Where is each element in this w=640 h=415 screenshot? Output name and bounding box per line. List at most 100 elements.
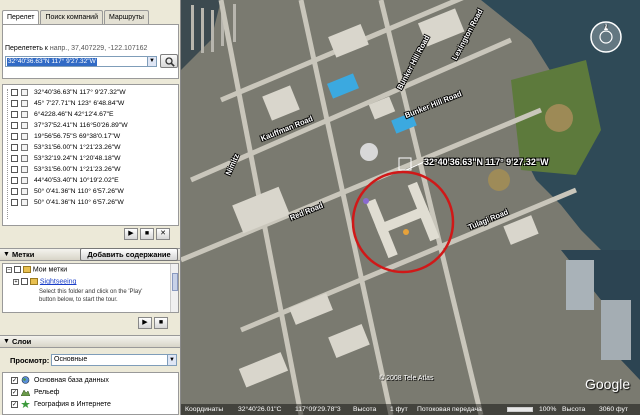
- placemark-icon: [21, 89, 28, 96]
- layer-checkbox[interactable]: ✓: [11, 389, 18, 396]
- result-label: 50° 0'41.36"N 110° 6'57.26"W: [34, 199, 124, 206]
- tree-item-sightseeing[interactable]: + Sightseeing: [13, 278, 76, 285]
- result-checkbox[interactable]: [11, 199, 18, 206]
- placemark-icon: [21, 155, 28, 162]
- layers-tree: ✓ Основная база данных ✓ Рельеф ✓ Геогра…: [2, 372, 179, 415]
- clear-button[interactable]: ✕: [156, 228, 170, 240]
- result-row[interactable]: 53°31'56.00"N 1°21'23.26"W: [3, 142, 178, 153]
- result-row[interactable]: 50° 0'41.36"N 110° 6'57.26"W: [3, 186, 178, 197]
- folder-description: Select this folder and click on the 'Pla…: [39, 289, 143, 295]
- sidebar: Перелет Поиск компаний Маршруты Перелете…: [0, 0, 181, 415]
- places-title: Метки: [12, 250, 35, 259]
- eye-alt-label: Высота: [562, 406, 586, 413]
- checkbox[interactable]: [13, 266, 21, 273]
- stop-button[interactable]: ■: [140, 228, 154, 240]
- result-row[interactable]: 44°40'53.40"N 10°19'2.02"E: [3, 175, 178, 186]
- result-row[interactable]: 19°56'56.75"S 69°38'0.17"W: [3, 131, 178, 142]
- result-checkbox[interactable]: [11, 155, 18, 162]
- collapse-icon[interactable]: ▼: [3, 249, 10, 261]
- placemark-icon: [21, 111, 28, 118]
- chevron-down-icon[interactable]: ▼: [147, 57, 156, 66]
- result-checkbox[interactable]: [11, 133, 18, 140]
- chevron-down-icon[interactable]: ▼: [167, 355, 176, 365]
- result-row[interactable]: 6°4228.46"N 42°12'4.67"E: [3, 109, 178, 120]
- star-icon: [21, 400, 30, 408]
- tour-controls: ▶ ■: [138, 317, 168, 329]
- places-tree: – Мои метки + Sightseeing Select this fo…: [2, 263, 179, 313]
- copyright-text: © 2008 Tele Atlas: [379, 375, 434, 382]
- placemark-icon: [21, 144, 28, 151]
- result-label: 32°40'36.63"N 117° 9'27.32"W: [34, 87, 126, 98]
- placemark-icon: [21, 133, 28, 140]
- placemark-icon: [21, 166, 28, 173]
- play-tour-button[interactable]: ▶: [138, 317, 152, 329]
- result-label: 19°56'56.75"S 69°38'0.17"W: [34, 133, 121, 140]
- result-row[interactable]: 50° 0'41.36"N 110° 6'57.26"W: [3, 197, 178, 208]
- map-view[interactable]: N 32°40'36.63"N 117° 9'27.32"W Kauffman …: [181, 0, 640, 415]
- places-scrollbar[interactable]: [170, 264, 178, 312]
- result-row[interactable]: 53°31'56.00"N 1°21'23.26"W: [3, 164, 178, 175]
- result-row[interactable]: 32°40'36.63"N 117° 9'27.32"W: [3, 87, 178, 98]
- fly-to-panel: Перелететь к напр., 37,407229, -122.1071…: [2, 24, 179, 79]
- tab-fly-to[interactable]: Перелет: [2, 10, 40, 25]
- checkbox[interactable]: [20, 278, 28, 285]
- folder-description: button below, to start the tour.: [39, 297, 118, 303]
- tab-directions[interactable]: Маршруты: [104, 10, 149, 24]
- stop-tour-button[interactable]: ■: [154, 317, 168, 329]
- result-checkbox[interactable]: [11, 166, 18, 173]
- search-tabs: Перелет Поиск компаний Маршруты: [2, 10, 150, 25]
- google-logo: Google: [585, 376, 631, 392]
- expand-icon[interactable]: +: [13, 278, 19, 285]
- tab-find-businesses[interactable]: Поиск компаний: [40, 10, 103, 24]
- compass-icon[interactable]: N: [589, 20, 623, 54]
- eye-alt-value: 3060 фут: [599, 406, 629, 413]
- result-row[interactable]: 53°32'19.24"N 1°20'48.18"W: [3, 153, 178, 164]
- view-select[interactable]: Основные ▼: [51, 354, 177, 366]
- result-checkbox[interactable]: [11, 188, 18, 195]
- folder-icon: [29, 278, 38, 285]
- fly-to-input-value[interactable]: 32°40'36.63"N 117° 9'27.32"W: [7, 58, 97, 66]
- result-label: 6°4228.46"N 42°12'4.67"E: [34, 111, 114, 118]
- sightseeing-link[interactable]: Sightseeing: [40, 278, 77, 285]
- scroll-thumb[interactable]: [172, 273, 178, 291]
- result-checkbox[interactable]: [11, 122, 18, 129]
- layers-title: Слои: [12, 337, 32, 346]
- status-bar: Координаты 32°40'26.01"C 117°09'29.78"3 …: [181, 404, 640, 415]
- tree-item-my-places[interactable]: – Мои метки: [6, 266, 67, 273]
- placemark-label[interactable]: 32°40'36.63"N 117° 9'27.32"W: [424, 157, 549, 167]
- search-button[interactable]: [160, 54, 178, 68]
- result-checkbox[interactable]: [11, 177, 18, 184]
- elevation-label: Высота: [353, 406, 377, 413]
- expand-icon[interactable]: –: [6, 266, 12, 273]
- result-label: 53°31'56.00"N 1°21'23.26"W: [34, 166, 121, 173]
- result-checkbox[interactable]: [11, 111, 18, 118]
- search-icon: [165, 57, 175, 67]
- add-content-button[interactable]: Добавить содержание: [80, 248, 178, 261]
- layer-checkbox[interactable]: ✓: [11, 401, 18, 408]
- result-label: 45° 7'27.71"N 123° 6'48.84"W: [34, 100, 125, 107]
- pointer-lat: 32°40'26.01"C: [238, 406, 282, 413]
- globe-icon: [21, 376, 30, 384]
- result-checkbox[interactable]: [11, 89, 18, 96]
- result-row[interactable]: 37°37'52.41"N 116°50'26.89"W: [3, 120, 178, 131]
- result-label: 44°40'53.40"N 10°19'2.02"E: [34, 177, 119, 184]
- play-button[interactable]: ▶: [124, 228, 138, 240]
- placemark-icon: [21, 122, 28, 129]
- fly-to-hint: напр., 37,407229, -122.107162: [49, 45, 148, 52]
- result-row[interactable]: 45° 7'27.71"N 123° 6'48.84"W: [3, 98, 178, 109]
- pointer-lon: 117°09'29.78"3: [295, 406, 341, 413]
- streaming-progress: [507, 407, 533, 412]
- view-label: Просмотр:: [10, 356, 50, 365]
- result-checkbox[interactable]: [11, 144, 18, 151]
- result-label: 53°32'19.24"N 1°20'48.18"W: [34, 155, 121, 162]
- fly-to-label: Перелететь к напр., 37,407229, -122.1071…: [5, 45, 148, 52]
- result-label: 50° 0'41.36"N 110° 6'57.26"W: [34, 188, 124, 195]
- placemark-icon: [21, 177, 28, 184]
- fly-to-input[interactable]: 32°40'36.63"N 117° 9'27.32"W ▼: [5, 56, 157, 67]
- result-checkbox[interactable]: [11, 100, 18, 107]
- collapse-icon[interactable]: ▼: [3, 336, 10, 348]
- layer-checkbox[interactable]: ✓: [11, 377, 18, 384]
- layers-header[interactable]: ▼ Слои: [0, 335, 180, 348]
- streaming-percent: 100%: [539, 406, 557, 413]
- search-controls: ▶ ■ ✕: [124, 228, 170, 240]
